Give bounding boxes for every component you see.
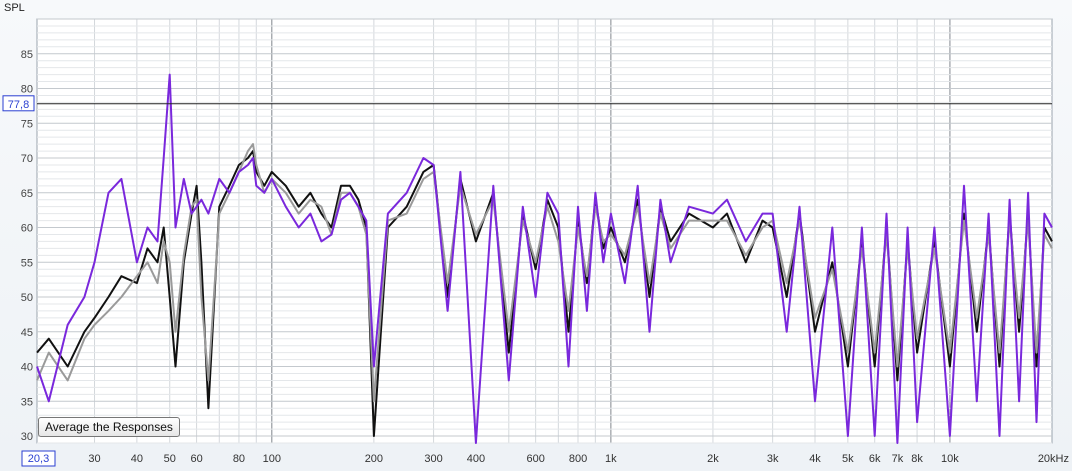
x-tick-label: 50 (164, 453, 176, 465)
x-tick-label: 30 (88, 453, 100, 465)
chart-window: 30 35 40 45 50 55 60 65 70 75 80 85 77,8 30 40 50 60 80 10… (0, 0, 1072, 471)
x-tick-label: 400 (467, 453, 485, 465)
x-start-readout: 20,3 (28, 453, 49, 465)
y-tick-label: 45 (21, 327, 33, 339)
x-tick-label: 20kHz (1038, 453, 1069, 465)
x-tick-label: 3k (767, 453, 779, 465)
x-tick-label: 4k (809, 453, 821, 465)
average-responses-tooltip: Average the Responses (38, 417, 180, 437)
y-tick-label: 70 (21, 153, 33, 165)
x-tick-label: 80 (233, 453, 245, 465)
x-tick-label: 40 (131, 453, 143, 465)
cursor-readout: 77,8 (8, 99, 29, 111)
y-tick-label: 30 (21, 431, 33, 443)
x-tick-label: 800 (569, 453, 587, 465)
x-tick-label: 10k (941, 453, 959, 465)
x-tick-label: 2k (707, 453, 719, 465)
x-tick-label: 600 (526, 453, 544, 465)
y-axis-label: SPL (4, 2, 25, 14)
x-tick-label: 6k (869, 453, 881, 465)
y-tick-label: 35 (21, 396, 33, 408)
x-tick-label: 8k (911, 453, 923, 465)
x-tick-label: 7k (892, 453, 904, 465)
y-tick-label: 60 (21, 223, 33, 235)
y-tick-label: 65 (21, 188, 33, 200)
y-tick-label: 55 (21, 257, 33, 269)
spl-chart[interactable]: 30 35 40 45 50 55 60 65 70 75 80 85 77,8 30 40 50 60 80 10… (0, 0, 1072, 471)
y-tick-label: 80 (21, 84, 33, 96)
y-tick-label: 50 (21, 292, 33, 304)
y-tick-label: 75 (21, 118, 33, 130)
x-tick-label: 1k (605, 453, 617, 465)
x-tick-label: 200 (365, 453, 383, 465)
y-tick-label: 40 (21, 362, 33, 374)
y-tick-label: 85 (21, 49, 33, 61)
x-tick-label: 300 (424, 453, 442, 465)
x-tick-label: 60 (190, 453, 202, 465)
x-tick-label: 5k (842, 453, 854, 465)
x-tick-label: 100 (263, 453, 281, 465)
